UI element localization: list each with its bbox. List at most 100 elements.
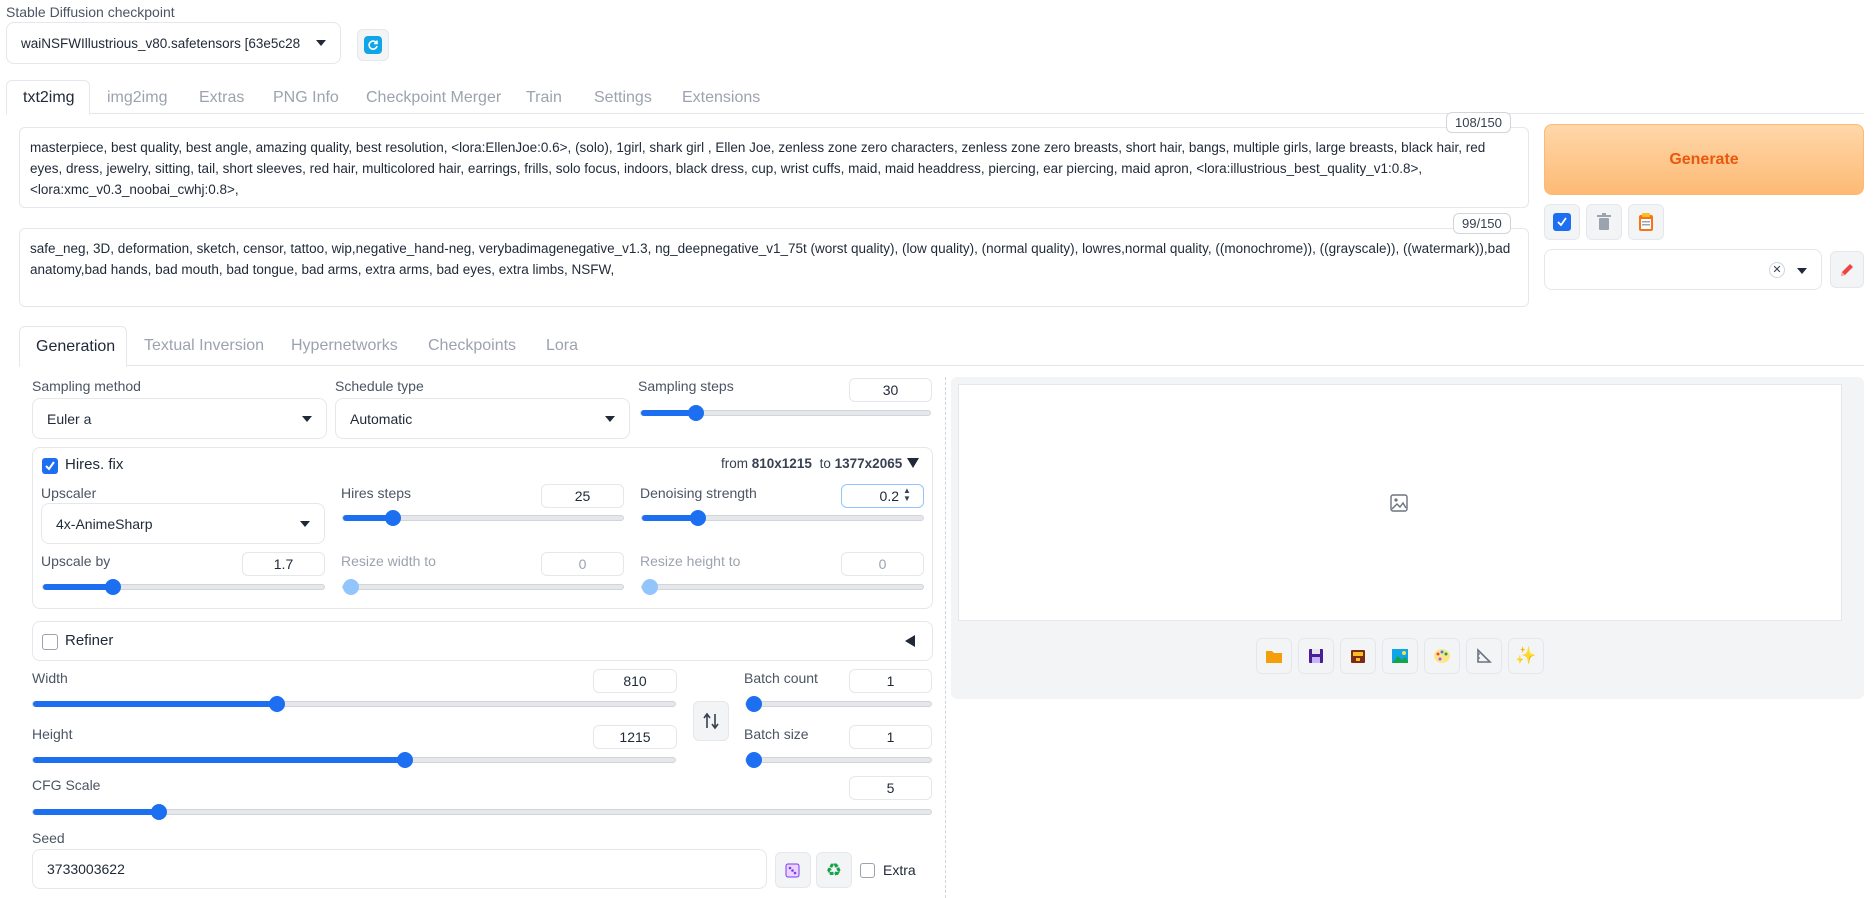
denoising-strength-input[interactable]: 0.2	[841, 484, 924, 508]
resize-width-slider[interactable]	[342, 579, 624, 595]
batch-count-label: Batch count	[744, 670, 818, 686]
hires-steps-label: Hires steps	[341, 485, 412, 501]
clear-icon[interactable]: ✕	[1769, 262, 1785, 278]
generate-label: Generate	[1669, 150, 1739, 168]
sampling-method-value: Euler a	[47, 410, 92, 427]
hires-steps-slider[interactable]	[342, 510, 624, 526]
seed-input[interactable]: 3733003622	[32, 849, 767, 889]
tab-extras[interactable]: Extras	[199, 89, 244, 107]
random-seed-button[interactable]	[775, 852, 811, 888]
tab-train[interactable]: Train	[526, 89, 562, 107]
tab-png-info[interactable]: PNG Info	[273, 89, 339, 107]
upscale-button[interactable]: ✨	[1508, 638, 1544, 674]
resize-height-slider[interactable]	[641, 579, 924, 595]
sampling-steps-slider[interactable]	[640, 405, 931, 421]
apply-style-button[interactable]	[1544, 204, 1580, 240]
hires-size-info: from 810x1215 to 1377x2065	[721, 456, 902, 471]
hires-steps-input[interactable]: 25	[541, 484, 624, 508]
sampling-method-dropdown[interactable]: Euler a	[32, 398, 327, 439]
tab-extensions[interactable]: Extensions	[682, 89, 760, 107]
tab-settings[interactable]: Settings	[594, 89, 652, 107]
edit-styles-button[interactable]	[1830, 251, 1864, 288]
save-button[interactable]	[1298, 638, 1334, 674]
folder-icon	[1266, 651, 1282, 663]
paste-button[interactable]	[1628, 204, 1664, 240]
upscale-by-input[interactable]: 1.7	[242, 552, 325, 576]
trash-icon	[1597, 213, 1611, 230]
height-input[interactable]: 1215	[593, 725, 677, 749]
send-to-img2img-button[interactable]	[1382, 638, 1418, 674]
batch-count-slider[interactable]	[745, 696, 932, 712]
sampling-steps-input[interactable]: 30	[849, 378, 932, 402]
refiner-expand-icon[interactable]	[905, 635, 915, 647]
hires-fix-label: Hires. fix	[65, 456, 124, 473]
image-placeholder-icon	[1390, 494, 1408, 516]
schedule-type-dropdown[interactable]: Automatic	[335, 398, 630, 439]
sampling-steps-label: Sampling steps	[638, 378, 734, 394]
swap-dimensions-button[interactable]	[693, 701, 729, 741]
tab-textual-inversion[interactable]: Textual Inversion	[144, 337, 264, 355]
clipboard-icon	[1639, 213, 1653, 231]
tab-txt2img-label: txt2img	[23, 89, 75, 106]
save-icon	[1309, 649, 1323, 663]
column-divider	[945, 377, 946, 898]
tab-hypernetworks[interactable]: Hypernetworks	[291, 337, 398, 355]
cfg-scale-slider[interactable]	[32, 804, 932, 820]
height-slider[interactable]	[32, 752, 676, 768]
check-icon	[1553, 213, 1571, 231]
checkpoint-label: Stable Diffusion checkpoint	[6, 4, 175, 20]
upscale-by-slider[interactable]	[42, 579, 325, 595]
refiner-checkbox[interactable]	[42, 634, 58, 650]
width-label: Width	[32, 670, 68, 686]
prompt-textarea[interactable]: masterpiece, best quality, best angle, a…	[19, 127, 1529, 208]
picture-icon	[1392, 649, 1408, 663]
clear-prompt-button[interactable]	[1586, 204, 1622, 240]
batch-size-slider[interactable]	[745, 752, 932, 768]
schedule-type-value: Automatic	[350, 410, 413, 427]
chevron-down-icon	[302, 415, 312, 422]
refresh-checkpoint-button[interactable]	[357, 29, 389, 61]
upscaler-label: Upscaler	[41, 485, 97, 501]
sampling-method-label: Sampling method	[32, 378, 141, 394]
dice-icon	[785, 863, 800, 878]
chevron-down-icon	[1797, 268, 1807, 274]
open-folder-button[interactable]	[1256, 638, 1292, 674]
tab-checkpoint-merger[interactable]: Checkpoint Merger	[366, 89, 501, 107]
upscaler-dropdown[interactable]: 4x-AnimeSharp	[41, 503, 325, 544]
swap-arrows-icon	[703, 712, 719, 730]
tab-img2img[interactable]: img2img	[107, 89, 167, 107]
styles-dropdown[interactable]: ✕	[1544, 249, 1822, 290]
recycle-icon: ♻	[825, 859, 843, 880]
hires-fix-checkbox[interactable]	[42, 458, 58, 474]
tab-checkpoints[interactable]: Checkpoints	[428, 337, 516, 355]
checkpoint-dropdown[interactable]: waiNSFWIllustrious_v80.safetensors [63e5…	[6, 22, 341, 64]
tab-txt2img[interactable]: txt2img	[6, 80, 90, 115]
batch-count-input[interactable]: 1	[849, 669, 932, 693]
checkpoint-value: waiNSFWIllustrious_v80.safetensors [63e5…	[21, 35, 301, 51]
generate-button[interactable]: Generate	[1544, 124, 1864, 195]
tab-generation-label: Generation	[36, 338, 116, 355]
hires-to-prefix: to	[819, 456, 831, 471]
refiner-panel	[32, 621, 933, 661]
width-input[interactable]: 810	[593, 669, 677, 693]
batch-size-input[interactable]: 1	[849, 725, 932, 749]
tab-lora[interactable]: Lora	[546, 337, 578, 355]
denoising-strength-slider[interactable]	[641, 510, 924, 526]
hires-collapse-icon[interactable]	[907, 458, 919, 468]
extra-seed-checkbox[interactable]	[860, 863, 875, 878]
resize-height-input[interactable]: 0	[841, 552, 924, 576]
seed-label: Seed	[32, 830, 65, 846]
tab-generation[interactable]: Generation	[19, 326, 127, 367]
zip-button[interactable]	[1340, 638, 1376, 674]
batch-size-label: Batch size	[744, 726, 809, 742]
reuse-seed-button[interactable]: ♻	[816, 852, 852, 888]
negative-prompt-textarea[interactable]: safe_neg, 3D, deformation, sketch, censo…	[19, 228, 1529, 307]
spinner-arrows-icon[interactable]: ▲ ▼	[903, 487, 911, 503]
width-slider[interactable]	[32, 696, 676, 712]
send-to-inpaint-button[interactable]	[1424, 638, 1460, 674]
chevron-down-icon	[605, 415, 615, 422]
chevron-down-icon	[300, 520, 310, 527]
resize-width-input[interactable]: 0	[541, 552, 624, 576]
send-to-extras-button[interactable]	[1466, 638, 1502, 674]
cfg-scale-input[interactable]: 5	[849, 776, 932, 800]
